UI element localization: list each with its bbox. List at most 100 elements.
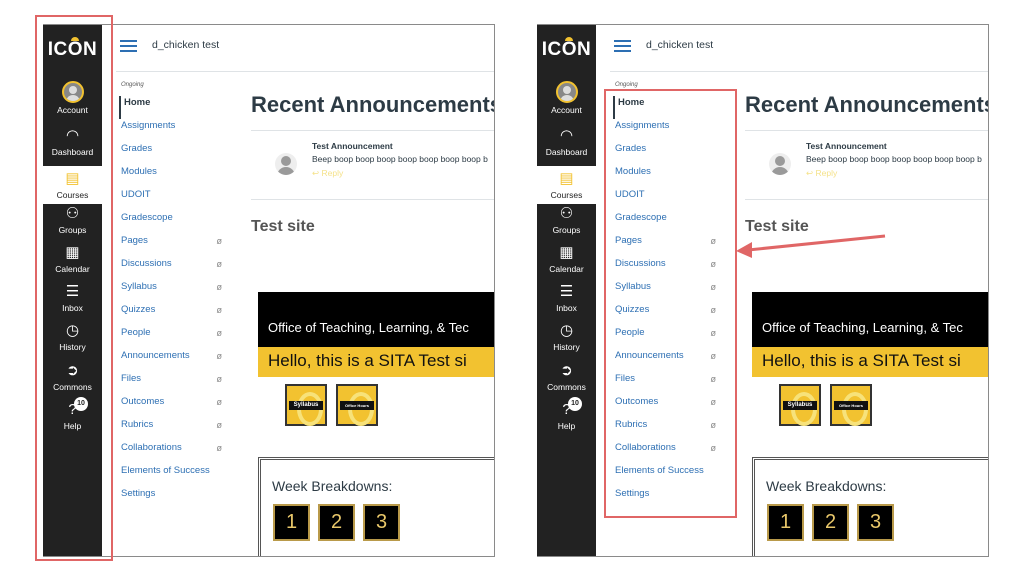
reply-link[interactable]: ↩ Reply: [312, 168, 343, 179]
course-nav-label: Assignments: [121, 120, 176, 131]
course-nav-label: Pages: [121, 235, 148, 246]
author-avatar: [769, 153, 791, 175]
global-nav-account[interactable]: Account: [537, 81, 596, 115]
eye-slash-icon: ø: [216, 328, 223, 338]
week-2-button[interactable]: 2: [318, 504, 355, 541]
week-3-button[interactable]: 3: [363, 504, 400, 541]
course-nav-rubrics[interactable]: Rubrics ø: [118, 418, 228, 441]
week-1-button[interactable]: 1: [767, 504, 804, 541]
course-nav-label: Collaborations: [121, 442, 182, 453]
global-nav-label: Groups: [552, 225, 581, 235]
global-nav-commons[interactable]: ➲ Commons: [537, 362, 596, 392]
week-1-button[interactable]: 1: [273, 504, 310, 541]
eye-slash-icon: ø: [216, 443, 223, 453]
course-nav-assignments[interactable]: Assignments: [118, 119, 228, 142]
course-nav-elements-of-success[interactable]: Elements of Success: [118, 464, 228, 487]
course-nav-grades[interactable]: Grades: [118, 142, 228, 165]
header-divider: [610, 71, 988, 72]
course-nav-collaborations[interactable]: Collaborations ø: [118, 441, 228, 464]
syllabus-tile-label: Syllabus: [783, 401, 817, 410]
global-nav-inbox[interactable]: ☰ Inbox: [537, 283, 596, 313]
office-hours-tile-label: Office Hours: [834, 401, 868, 410]
course-nav-highlight-box: [604, 89, 737, 518]
header-divider: [116, 71, 494, 72]
announcement-body: Beep boop boop boop boop boop boop boop …: [806, 154, 982, 164]
hamburger-menu-icon[interactable]: [120, 40, 137, 52]
week-breakdowns-box: Week Breakdowns: 1 2 3: [752, 457, 988, 556]
global-nav-label: Account: [551, 105, 582, 115]
icon-logo[interactable]: ICON: [537, 37, 596, 61]
course-nav-label: People: [121, 327, 151, 338]
people-icon: ⚇: [559, 205, 574, 222]
course-nav-modules[interactable]: Modules: [118, 165, 228, 188]
reply-label: Reply: [815, 168, 838, 178]
course-nav-announcements[interactable]: Announcements ø: [118, 349, 228, 372]
global-nav-dashboard[interactable]: ◠ Dashboard: [537, 127, 596, 157]
course-header: d_chicken test: [102, 25, 494, 71]
office-hours-tile-label: Office Hours: [340, 401, 374, 410]
eye-slash-icon: ø: [216, 374, 223, 384]
arrow-head: [736, 242, 752, 258]
office-hours-tile-button[interactable]: Office Hours: [830, 384, 872, 426]
course-nav-settings[interactable]: Settings: [118, 487, 228, 510]
course-nav-people[interactable]: People ø: [118, 326, 228, 349]
course-nav-home[interactable]: Home: [119, 96, 228, 119]
week-2-button[interactable]: 2: [812, 504, 849, 541]
course-nav-syllabus[interactable]: Syllabus ø: [118, 280, 228, 303]
hello-banner-text: Hello, this is a SITA Test si: [762, 351, 961, 370]
course-nav-files[interactable]: Files ø: [118, 372, 228, 395]
global-nav-label: Commons: [547, 382, 586, 392]
global-nav-label: Calendar: [549, 264, 584, 274]
global-nav-courses[interactable]: ▤ Courses: [537, 166, 596, 204]
course-navigation: Ongoing Home Assignments Grades Modules UDOI…: [118, 82, 228, 510]
course-nav-pages[interactable]: Pages ø: [118, 234, 228, 257]
course-home-content: Recent Announcements Test Announcement B…: [745, 82, 989, 556]
term-label: Ongoing: [121, 82, 144, 88]
global-nav-history[interactable]: ◷ History: [537, 322, 596, 352]
course-nav-discussions[interactable]: Discussions ø: [118, 257, 228, 280]
course-nav-label: Modules: [121, 166, 157, 177]
arrow-shaft: [747, 234, 886, 252]
global-nav-calendar[interactable]: ▦ Calendar: [537, 244, 596, 274]
course-nav-udoit[interactable]: UDOIT: [118, 188, 228, 211]
hello-banner-text: Hello, this is a SITA Test si: [268, 351, 467, 370]
announcement-item[interactable]: Test Announcement Beep boop boop boop bo…: [251, 131, 494, 191]
eye-slash-icon: ø: [216, 420, 223, 430]
reply-link[interactable]: ↩ Reply: [806, 168, 837, 179]
week-breakdowns-label: Week Breakdowns:: [272, 478, 393, 494]
course-header: d_chicken test: [596, 25, 988, 71]
global-nav-help[interactable]: ? 10 Help: [537, 397, 596, 431]
syllabus-tile-button[interactable]: Syllabus: [285, 384, 327, 426]
course-nav-label: Syllabus: [121, 281, 157, 292]
reply-label: Reply: [321, 168, 344, 178]
course-nav-label: Discussions: [121, 258, 172, 269]
course-nav-label: Settings: [121, 488, 156, 499]
course-nav-outcomes[interactable]: Outcomes ø: [118, 395, 228, 418]
global-nav-label: Inbox: [556, 303, 577, 313]
week-breakdowns-box: Week Breakdowns: 1 2 3: [258, 457, 494, 556]
course-title[interactable]: d_chicken test: [646, 39, 713, 51]
hamburger-menu-icon[interactable]: [614, 40, 631, 52]
recent-announcements-heading: Recent Announcements: [745, 92, 989, 117]
course-nav-label: Gradescope: [121, 212, 173, 223]
book-icon: ▤: [559, 170, 574, 187]
course-nav-gradescope[interactable]: Gradescope: [118, 211, 228, 234]
course-nav-quizzes[interactable]: Quizzes ø: [118, 303, 228, 326]
eye-slash-icon: ø: [216, 305, 223, 315]
global-nav-label: Dashboard: [545, 147, 588, 157]
syllabus-tile-button[interactable]: Syllabus: [779, 384, 821, 426]
global-nav-groups[interactable]: ⚇ Groups: [537, 205, 596, 235]
announcement-item[interactable]: Test Announcement Beep boop boop boop bo…: [745, 131, 988, 191]
global-nav-highlight-box: [35, 15, 113, 561]
announcement-title[interactable]: Test Announcement: [312, 141, 393, 151]
office-hours-tile-button[interactable]: Office Hours: [336, 384, 378, 426]
course-nav-label: Elements of Success: [121, 465, 210, 476]
course-nav-label: Rubrics: [121, 419, 154, 430]
office-banner: Office of Teaching, Learning, & Tec: [258, 292, 494, 347]
eye-slash-icon: ø: [216, 397, 223, 407]
announcement-title[interactable]: Test Announcement: [806, 141, 887, 151]
office-banner: Office of Teaching, Learning, & Tec: [752, 292, 988, 347]
week-3-button[interactable]: 3: [857, 504, 894, 541]
divider: [745, 199, 988, 200]
course-title[interactable]: d_chicken test: [152, 39, 219, 51]
